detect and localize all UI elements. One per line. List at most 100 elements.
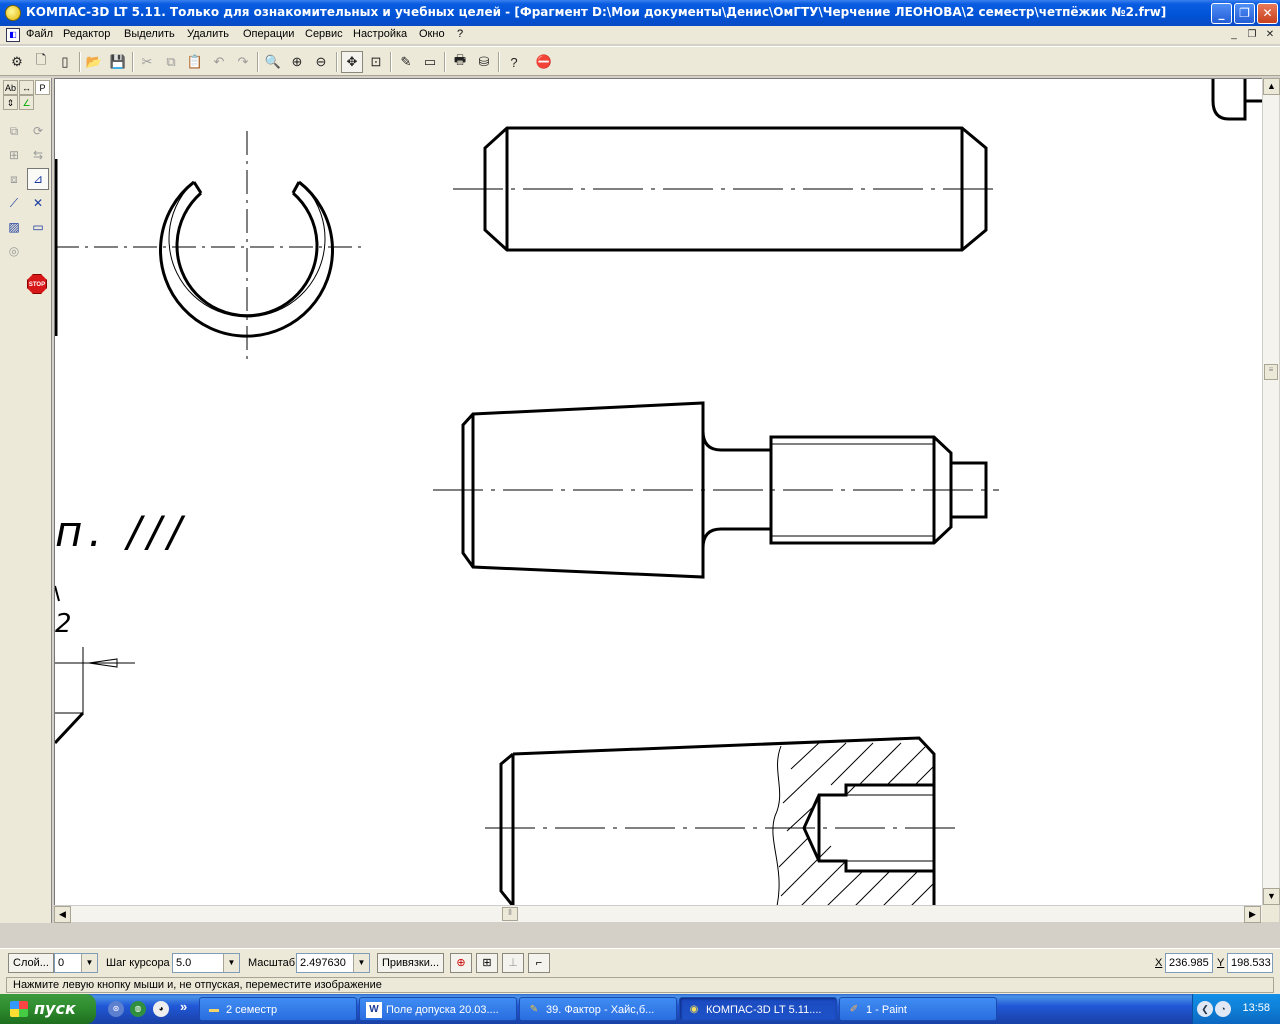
vertical-scroll-thumb[interactable]: ≡	[1264, 364, 1278, 380]
new-document-icon[interactable]: 🗋	[30, 51, 52, 73]
menu-file[interactable]: Файл	[26, 28, 53, 40]
local-cs-icon[interactable]: ⊕	[450, 953, 472, 973]
y-coord-label: Y	[1217, 957, 1225, 969]
refresh-icon[interactable]: ✎	[395, 51, 417, 73]
ortho-icon[interactable]: ⊥	[502, 953, 524, 973]
layer-button[interactable]: Слой...	[8, 953, 54, 973]
kompas-icon: ◉	[689, 1004, 699, 1015]
deform-tool-icon[interactable]: ⊿	[27, 168, 49, 190]
quicklaunch-more-icon[interactable]: »	[180, 999, 187, 1014]
zoom-out-icon[interactable]: ⊖	[310, 51, 332, 73]
zoom-icon[interactable]: 🔍	[262, 51, 284, 73]
menu-help[interactable]: ?	[457, 28, 463, 40]
drawing-svg	[55, 79, 1262, 905]
round-mode-icon[interactable]: ⌐	[528, 953, 550, 973]
layer-select[interactable]: 0 ▼	[54, 953, 98, 973]
chevron-down-icon[interactable]: ▼	[223, 954, 239, 972]
print-preview-icon[interactable]: 🖶	[449, 51, 471, 73]
attributes-tool-icon[interactable]: ◎	[3, 240, 25, 262]
menu-operations[interactable]: Операции	[243, 28, 294, 40]
redo-icon[interactable]: ↷	[232, 51, 254, 73]
pan-icon[interactable]: ✥	[341, 51, 363, 73]
tray-collapse-icon[interactable]: ❮	[1197, 1001, 1213, 1017]
taskbar: пуск ⊛ ◍ ◕ » ▬ 2 семестр W Поле допуска …	[0, 994, 1280, 1024]
menu-bar: ◧ Файл Редактор Выделить Удалить Операци…	[0, 26, 1280, 44]
copy-tool-icon[interactable]: ⧈	[3, 168, 25, 190]
menu-select[interactable]: Выделить	[124, 28, 175, 40]
cut-icon[interactable]: ✂	[136, 51, 158, 73]
task-paint[interactable]: ✐ 1 - Paint	[839, 997, 997, 1021]
mdi-close-button[interactable]: ✕	[1262, 28, 1278, 42]
paste-icon[interactable]: 📋	[184, 51, 206, 73]
measure-tab-icon[interactable]: ∠	[19, 95, 34, 110]
scroll-down-icon[interactable]: ▼	[1263, 888, 1280, 905]
menu-window[interactable]: Окно	[419, 28, 445, 40]
horizontal-scroll-thumb[interactable]: ⦀	[502, 907, 518, 921]
stop-icon[interactable]: STOP	[27, 274, 47, 294]
mdi-restore-button[interactable]: ❐	[1244, 28, 1260, 42]
help-icon[interactable]: ?	[503, 51, 525, 73]
new-fragment-icon[interactable]: ▯	[54, 51, 76, 73]
zoom-in-icon[interactable]: ⊕	[286, 51, 308, 73]
restore-button[interactable]: ❐	[1234, 3, 1255, 24]
break-tool-icon[interactable]: ✕	[27, 192, 49, 214]
menu-delete[interactable]: Удалить	[187, 28, 229, 40]
y-coord-field[interactable]: 198.533	[1227, 953, 1273, 973]
geometry-tab-icon[interactable]: Ab	[3, 80, 18, 95]
dimension-tab-icon[interactable]: ↔	[19, 80, 34, 95]
settings-icon[interactable]: ⚙	[6, 51, 28, 73]
task-word[interactable]: W Поле допуска 20.03....	[359, 997, 517, 1021]
task-kompas[interactable]: ◉ КОМПАС-3D LT 5.11....	[679, 997, 837, 1021]
horizontal-scrollbar[interactable]: ◀ ⦀ ▶	[54, 905, 1262, 923]
grid-icon[interactable]: ⊞	[476, 953, 498, 973]
quicklaunch-panda-icon[interactable]: ◕	[153, 1001, 169, 1017]
quicklaunch-globe-icon[interactable]: ◍	[130, 1001, 146, 1017]
library-icon[interactable]: ⛁	[473, 51, 495, 73]
menu-settings[interactable]: Настройка	[353, 28, 407, 40]
undo-icon[interactable]: ↶	[208, 51, 230, 73]
scroll-left-icon[interactable]: ◀	[54, 906, 71, 923]
mdi-minimize-button[interactable]: _	[1226, 28, 1242, 42]
current-state-bar: Слой... 0 ▼ Шаг курсора 5.0 ▼ Масштаб 2.…	[0, 948, 1280, 976]
move-tool-icon[interactable]: ⧉	[3, 120, 25, 142]
media-icon: ✎	[529, 1004, 539, 1015]
x-coord-field[interactable]: 236.985	[1165, 953, 1213, 973]
quicklaunch-browser-icon[interactable]: ⊛	[108, 1001, 124, 1017]
clock: 13:58	[1242, 1002, 1270, 1014]
chevron-down-icon[interactable]: ▼	[353, 954, 369, 972]
scale-tool-icon[interactable]: ⊞	[3, 144, 25, 166]
menu-edit[interactable]: Редактор	[63, 28, 110, 40]
hatch-tool-icon[interactable]: ▨	[3, 216, 25, 238]
window-title: КОМПАС-3D LT 5.11. Только для ознакомите…	[26, 5, 1167, 19]
document-menu-icon[interactable]: ◧	[6, 28, 20, 42]
points-tab-icon[interactable]: ⇕	[3, 95, 18, 110]
scale-select[interactable]: 2.497630 ▼	[296, 953, 370, 973]
open-icon[interactable]: 📂	[83, 51, 105, 73]
vertical-scrollbar[interactable]: ▲ ≡ ▼	[1262, 78, 1280, 905]
start-button[interactable]: пуск	[0, 994, 96, 1024]
trim-tool-icon[interactable]: ⟋	[3, 192, 25, 214]
task-media[interactable]: ✎ 39. Фактор - Хайс,б...	[519, 997, 677, 1021]
group-tool-icon[interactable]: ▭	[27, 216, 49, 238]
minimize-button[interactable]: _	[1211, 3, 1232, 24]
kompas-app-icon[interactable]	[5, 5, 21, 21]
cursor-step-select[interactable]: 5.0 ▼	[172, 953, 240, 973]
tray-volume-icon[interactable]: ◔	[1215, 1001, 1231, 1017]
bottom-part-outline	[512, 736, 936, 905]
zoom-frame-icon[interactable]: ⊡	[365, 51, 387, 73]
save-icon[interactable]: 💾	[107, 51, 129, 73]
layers-icon[interactable]: ▭	[419, 51, 441, 73]
scroll-right-icon[interactable]: ▶	[1244, 906, 1261, 923]
edit-tab-icon[interactable]: P	[35, 80, 50, 95]
scroll-up-icon[interactable]: ▲	[1263, 78, 1280, 95]
copy-icon[interactable]: ⧉	[160, 51, 182, 73]
symmetry-tool-icon[interactable]: ⇆	[27, 144, 49, 166]
task-folder[interactable]: ▬ 2 семестр	[199, 997, 357, 1021]
rotate-tool-icon[interactable]: ⟳	[27, 120, 49, 142]
snaps-button[interactable]: Привязки...	[377, 953, 445, 973]
stop-command-icon[interactable]: ⛔	[533, 51, 555, 73]
close-button[interactable]: ✕	[1257, 3, 1278, 24]
chevron-down-icon[interactable]: ▼	[81, 954, 97, 972]
menu-service[interactable]: Сервис	[305, 28, 343, 40]
drawing-area[interactable]: п. /// 2	[54, 78, 1262, 905]
